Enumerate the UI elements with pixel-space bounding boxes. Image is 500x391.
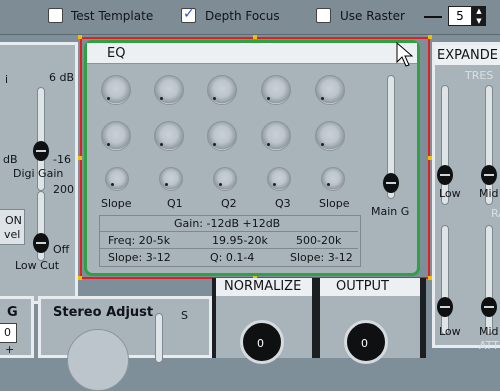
normalize-knob[interactable]: 0 — [240, 320, 284, 364]
output-value: 0 — [361, 337, 368, 350]
db-label: dB — [3, 153, 18, 166]
zero-partial-label: 0 — [4, 326, 11, 339]
g-partial-label: G — [7, 305, 18, 320]
test-template-checkbox[interactable] — [48, 8, 63, 23]
on-button[interactable]: ON vel — [0, 209, 25, 245]
expander-mid-slider-2-thumb[interactable] — [481, 297, 497, 317]
low-cut-max-label: 200 — [53, 183, 74, 196]
test-template-label: Test Template — [71, 9, 154, 23]
selection-handle-bl[interactable] — [78, 276, 82, 280]
normalize-panel: NORMALIZE 0 — [212, 278, 316, 364]
expander-panel: EXPANDE TRES Low Mid RA Low Mid ATT — [432, 42, 500, 352]
raster-value-input[interactable]: 5 — [448, 6, 472, 26]
low-cut-label: Low Cut — [15, 259, 60, 272]
normalize-value: 0 — [257, 337, 264, 350]
stereo-knob[interactable] — [67, 329, 129, 391]
use-raster-label: Use Raster — [340, 9, 405, 23]
att-label: ATT — [479, 339, 499, 352]
left-partial-label: i — [5, 73, 9, 86]
expander-mid-label-2: Mid — [479, 325, 499, 338]
arrow-up-icon: ▲ — [476, 7, 482, 15]
stereo-adjust-panel: Stereo Adjust S — [38, 296, 212, 391]
expander-title: EXPANDE — [437, 48, 498, 63]
output-header: OUTPUT — [320, 278, 420, 296]
expander-low-label-2: Low — [439, 325, 461, 338]
mouse-cursor-icon — [396, 42, 414, 67]
digi-gain-panel: i 6 dB dB -16 Digi Gain 200 ON vel Off L… — [0, 42, 78, 304]
ra-label: RA — [491, 207, 500, 220]
selection-handle-tl[interactable] — [78, 35, 82, 39]
expander-low-slider-2-track[interactable] — [441, 225, 449, 335]
depth-focus-checkbox[interactable]: ✓ — [181, 6, 196, 23]
gain-min-label: -16 — [53, 153, 71, 166]
depth-focus-label: Depth Focus — [205, 9, 280, 23]
tres-label: TRES — [465, 69, 494, 82]
raster-divider — [424, 16, 442, 18]
normalize-title: NORMALIZE — [224, 279, 302, 294]
zero-field[interactable]: 0 — [0, 323, 17, 343]
stereo-adjust-title: Stereo Adjust — [53, 305, 154, 320]
output-knob[interactable]: 0 — [344, 320, 388, 364]
expander-low-label-1: Low — [439, 187, 461, 200]
normalize-header: NORMALIZE — [216, 278, 312, 296]
digi-gain-label: Digi Gain — [13, 167, 64, 180]
expander-low-slider-2-thumb[interactable] — [437, 297, 453, 317]
bottom-left-panel: G 0 + — [0, 296, 34, 358]
gain-max-label: 6 dB — [49, 71, 75, 84]
vel-label: vel — [4, 228, 21, 241]
checkmark-icon: ✓ — [183, 6, 195, 22]
expander-header: EXPANDE — [435, 45, 500, 65]
expander-mid-slider-2-track[interactable] — [485, 225, 493, 335]
raster-spinner[interactable]: ▲ ▼ — [472, 6, 486, 26]
plus-label: + — [5, 343, 15, 356]
low-cut-off-label: Off — [53, 243, 70, 256]
top-toolbar: Test Template ✓ Depth Focus Use Raster 5… — [0, 0, 500, 35]
selection-handle-left[interactable] — [78, 156, 82, 160]
expander-low-slider-1-thumb[interactable] — [437, 165, 453, 185]
selection-outline — [80, 37, 430, 279]
output-panel: OUTPUT 0 — [316, 278, 426, 364]
output-title: OUTPUT — [336, 279, 389, 294]
expander-mid-slider-1-thumb[interactable] — [481, 165, 497, 185]
low-cut-slider-thumb[interactable] — [33, 233, 49, 253]
digi-gain-slider-thumb[interactable] — [33, 141, 49, 161]
on-label: ON — [5, 214, 22, 227]
stereo-slider-track[interactable] — [155, 313, 163, 363]
expander-mid-label-1: Mid — [479, 187, 499, 200]
arrow-down-icon: ▼ — [476, 17, 482, 25]
s-label: S — [181, 309, 188, 322]
use-raster-checkbox[interactable] — [316, 8, 331, 23]
selection-handle-top[interactable] — [253, 35, 257, 39]
selection-handle-tr[interactable] — [428, 35, 432, 39]
